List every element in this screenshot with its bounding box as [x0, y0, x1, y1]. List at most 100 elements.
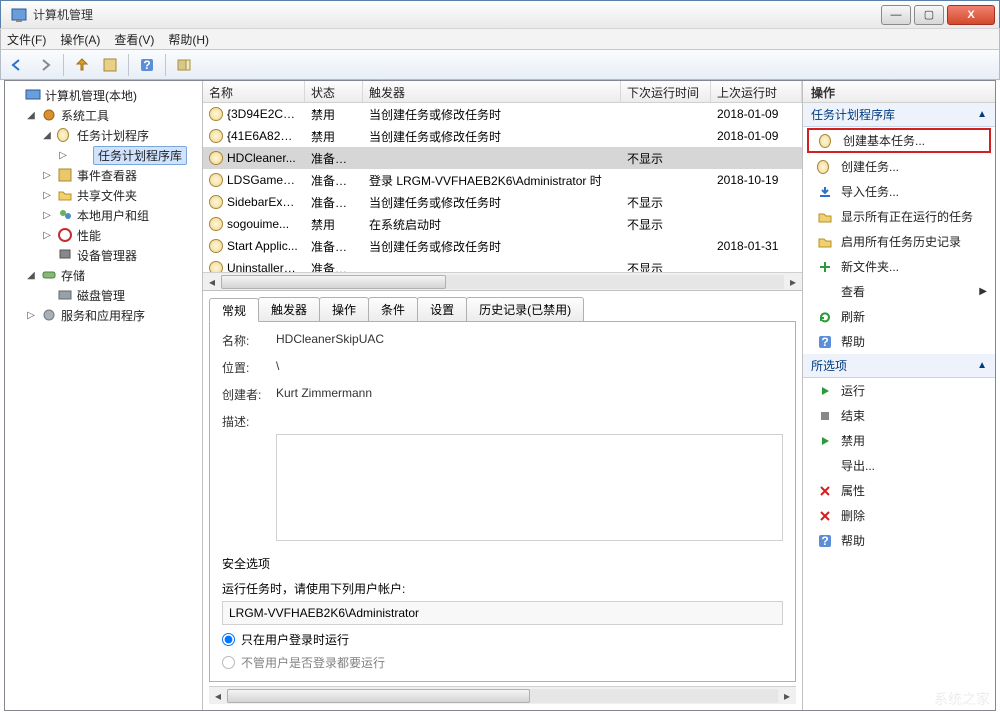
label-creator: 创建者:	[222, 386, 276, 403]
scroll-right-icon[interactable]: ▸	[778, 687, 796, 705]
tree-task-library[interactable]: ▷ 任务计划程序库	[5, 145, 202, 165]
actions-header: 操作	[803, 81, 995, 103]
tree-local-users[interactable]: ▷ 本地用户和组	[5, 205, 202, 225]
task-row[interactable]: {3D94E2C8...禁用当创建任务或修改任务时2018-01-09	[203, 103, 802, 125]
col-next-run[interactable]: 下次运行时间	[621, 81, 711, 102]
tree-device-manager[interactable]: 设备管理器	[5, 245, 202, 265]
action-显示所有正在运行的任务[interactable]: 显示所有正在运行的任务	[803, 204, 995, 229]
minimize-button[interactable]: —	[881, 5, 911, 25]
menu-file[interactable]: 文件(F)	[7, 31, 46, 48]
action-pane-toggle[interactable]	[172, 53, 196, 77]
tree-shared-folders[interactable]: ▷ 共享文件夹	[5, 185, 202, 205]
task-icon	[209, 173, 223, 187]
action-属性[interactable]: 属性	[803, 478, 995, 503]
help-toolbar-button[interactable]: ?	[135, 53, 159, 77]
tab-general[interactable]: 常规	[209, 298, 259, 322]
menu-view[interactable]: 查看(V)	[114, 31, 154, 48]
action-查看[interactable]: 查看▶	[803, 279, 995, 304]
close-button[interactable]: X	[947, 5, 995, 25]
twisty-icon[interactable]: ◢	[25, 110, 37, 121]
actions-section-selected[interactable]: 所选项 ▲	[803, 354, 995, 378]
tab-triggers[interactable]: 触发器	[258, 297, 320, 321]
tree-disk-management[interactable]: 磁盘管理	[5, 285, 202, 305]
folder-icon	[57, 187, 73, 203]
tree-root[interactable]: 计算机管理(本地)	[5, 85, 202, 105]
action-刷新[interactable]: 刷新	[803, 304, 995, 329]
twisty-icon[interactable]: ▷	[41, 170, 53, 181]
task-row[interactable]: Uninstaller_...准备就绪不显示	[203, 257, 802, 272]
menu-help[interactable]: 帮助(H)	[168, 31, 209, 48]
task-row[interactable]: {41E6A829-...禁用当创建任务或修改任务时2018-01-09	[203, 125, 802, 147]
action-删除[interactable]: 删除	[803, 503, 995, 528]
properties-button[interactable]	[98, 53, 122, 77]
menu-action[interactable]: 操作(A)	[60, 31, 100, 48]
col-name[interactable]: 名称	[203, 81, 305, 102]
tree-task-scheduler[interactable]: ◢ 任务计划程序	[5, 125, 202, 145]
action-结束[interactable]: 结束	[803, 403, 995, 428]
col-last-run[interactable]: 上次运行时	[711, 81, 802, 102]
label-description: 描述:	[222, 413, 276, 430]
action-帮助[interactable]: ?帮助	[803, 329, 995, 354]
scroll-left-icon[interactable]: ◂	[203, 273, 221, 291]
tab-history[interactable]: 历史记录(已禁用)	[466, 297, 584, 321]
list-header: 名称 状态 触发器 下次运行时间 上次运行时	[203, 81, 802, 103]
twisty-icon[interactable]: ▷	[41, 210, 53, 221]
blank-icon	[817, 284, 833, 300]
twisty-icon[interactable]: ◢	[41, 130, 53, 141]
description-field[interactable]	[276, 434, 783, 541]
radio-input[interactable]	[222, 656, 235, 669]
tab-settings[interactable]: 设置	[417, 297, 467, 321]
action-创建基本任务[interactable]: 创建基本任务...	[807, 128, 991, 153]
radio-any-logon[interactable]: 不管用户是否登录都要运行	[222, 654, 783, 671]
clock-icon	[819, 133, 835, 149]
tree-storage[interactable]: ◢ 存储	[5, 265, 202, 285]
scroll-right-icon[interactable]: ▸	[784, 273, 802, 291]
xred-icon	[817, 483, 833, 499]
tab-actions[interactable]: 操作	[319, 297, 369, 321]
forward-button[interactable]	[33, 53, 57, 77]
col-triggers[interactable]: 触发器	[363, 81, 621, 102]
col-status[interactable]: 状态	[305, 81, 363, 102]
tree-system-tools[interactable]: ◢ 系统工具	[5, 105, 202, 125]
action-帮助[interactable]: ?帮助	[803, 528, 995, 553]
action-导出[interactable]: 导出...	[803, 453, 995, 478]
twisty-icon[interactable]: ▷	[57, 150, 69, 161]
maximize-button[interactable]: ▢	[914, 5, 944, 25]
twisty-icon[interactable]: ◢	[25, 270, 37, 281]
list-body[interactable]: {3D94E2C8...禁用当创建任务或修改任务时2018-01-09{41E6…	[203, 103, 802, 272]
action-导入任务[interactable]: 导入任务...	[803, 179, 995, 204]
action-运行[interactable]: 运行	[803, 378, 995, 403]
collapse-icon[interactable]: ▲	[977, 109, 987, 120]
tree-performance[interactable]: ▷ 性能	[5, 225, 202, 245]
back-button[interactable]	[5, 53, 29, 77]
task-row[interactable]: HDCleaner...准备就绪不显示	[203, 147, 802, 169]
up-button[interactable]	[70, 53, 94, 77]
task-row[interactable]: sogouime...禁用在系统启动时不显示	[203, 213, 802, 235]
detail-tabs: 常规 触发器 操作 条件 设置 历史记录(已禁用)	[209, 297, 796, 321]
collapse-icon[interactable]: ▲	[977, 360, 987, 371]
scroll-left-icon[interactable]: ◂	[209, 687, 227, 705]
task-row[interactable]: SidebarExe...准备就绪当创建任务或修改任务时不显示	[203, 191, 802, 213]
action-禁用[interactable]: 禁用	[803, 428, 995, 453]
twisty-icon[interactable]: ▷	[41, 230, 53, 241]
radio-input[interactable]	[222, 633, 235, 646]
scroll-thumb[interactable]	[221, 275, 446, 289]
tree-services-apps[interactable]: ▷ 服务和应用程序	[5, 305, 202, 325]
twisty-icon[interactable]: ▷	[25, 310, 37, 321]
actions-section-library[interactable]: 任务计划程序库 ▲	[803, 103, 995, 127]
scroll-thumb[interactable]	[227, 689, 530, 703]
task-row[interactable]: Start Applic...准备就绪当创建任务或修改任务时2018-01-31	[203, 235, 802, 257]
twisty-icon[interactable]: ▷	[41, 190, 53, 201]
disable-icon	[817, 433, 833, 449]
action-新文件夹[interactable]: 新文件夹...	[803, 254, 995, 279]
tools-icon	[41, 107, 57, 123]
tab-conditions[interactable]: 条件	[368, 297, 418, 321]
action-启用所有任务历史记录[interactable]: 启用所有任务历史记录	[803, 229, 995, 254]
tree-event-viewer[interactable]: ▷ 事件查看器	[5, 165, 202, 185]
users-icon	[57, 207, 73, 223]
details-hscrollbar[interactable]: ◂ ▸	[209, 686, 796, 704]
task-row[interactable]: LDSGameC...准备就绪登录 LRGM-VVFHAEB2K6\Admini…	[203, 169, 802, 191]
radio-only-logged-on[interactable]: 只在用户登录时运行	[222, 631, 783, 648]
list-hscrollbar[interactable]: ◂ ▸	[203, 272, 802, 290]
action-创建任务[interactable]: 创建任务...	[803, 154, 995, 179]
